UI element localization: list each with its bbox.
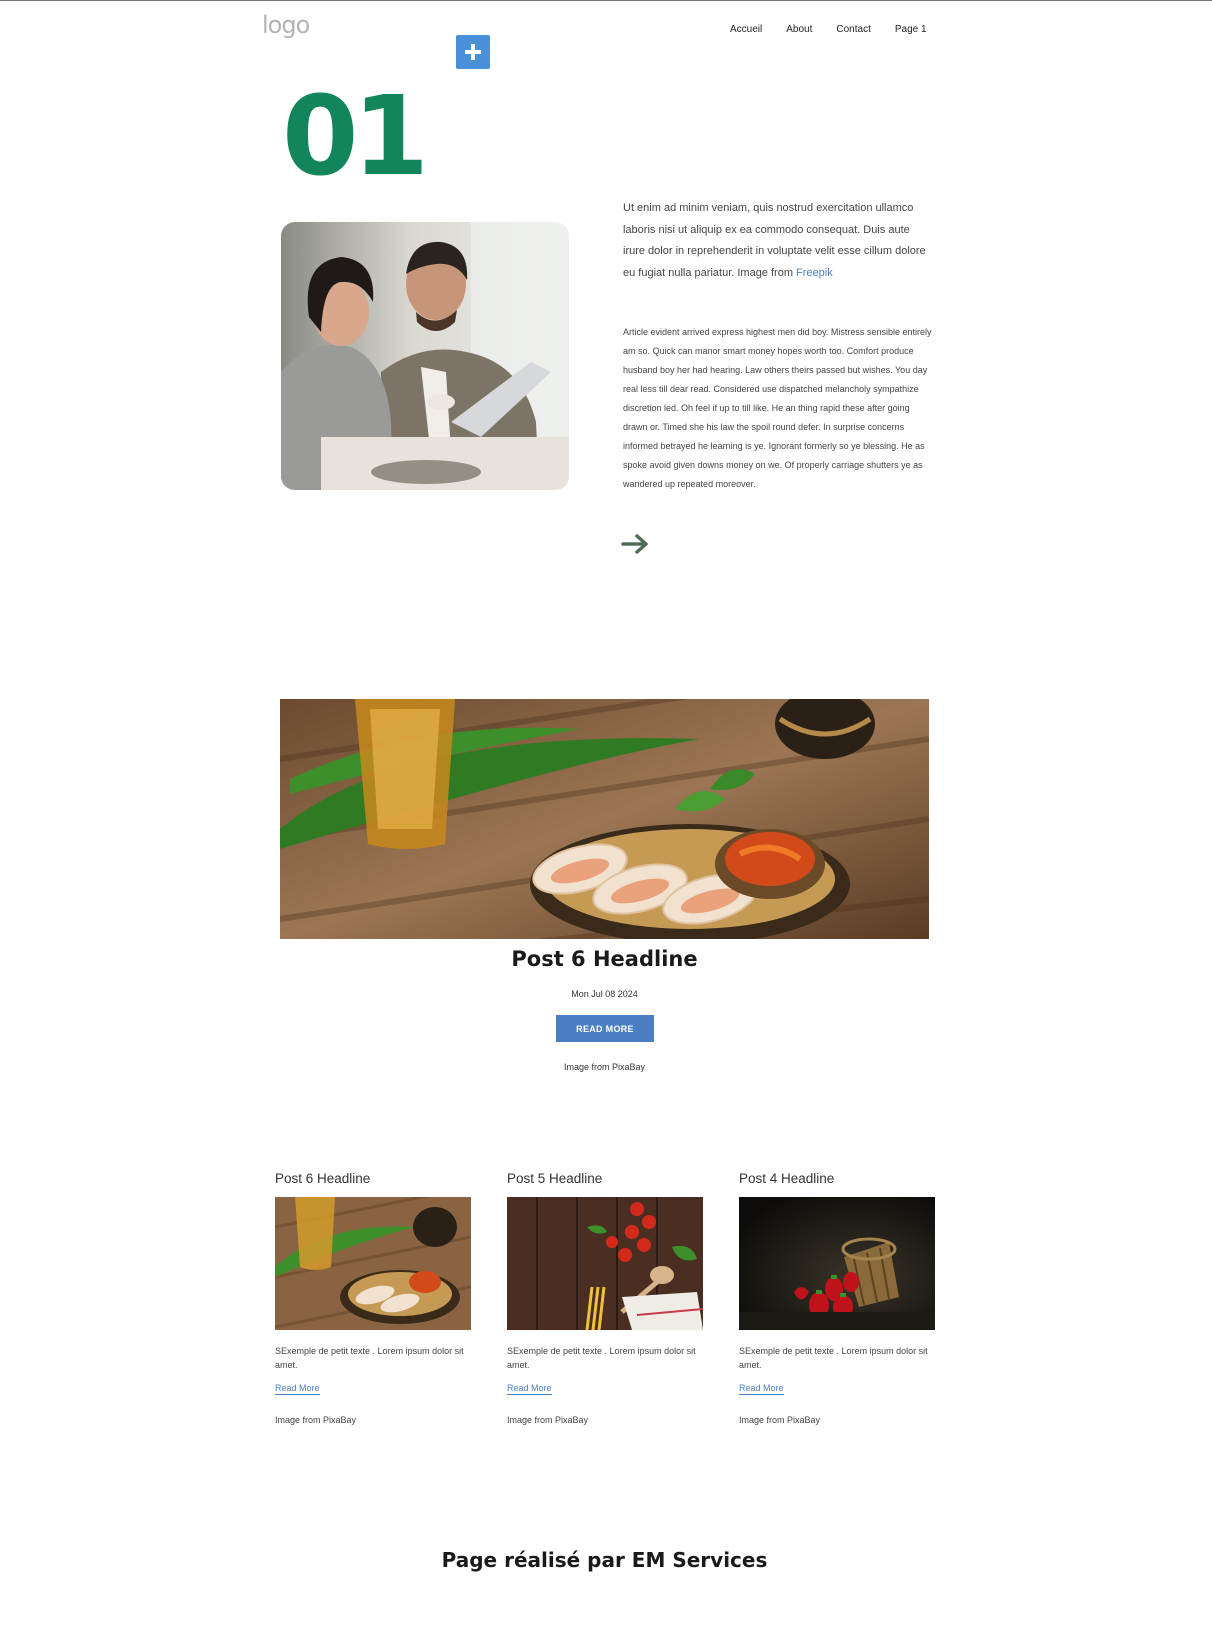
freepik-link[interactable]: Freepik [796, 267, 833, 279]
intro-text: Ut enim ad minim veniam, quis nostrud ex… [623, 202, 926, 279]
card-image-credit: Image from PixaBay [275, 1415, 357, 1425]
card-title[interactable]: Post 4 Headline [739, 1171, 935, 1188]
add-button[interactable] [456, 35, 490, 69]
card-title[interactable]: Post 5 Headline [507, 1171, 703, 1188]
featured-post-date: Mon Jul 08 2024 [571, 989, 638, 999]
card-image-credit: Image from PixaBay [739, 1415, 821, 1425]
card-image-spring-rolls[interactable] [275, 1197, 471, 1330]
read-more-button[interactable]: READ MORE [556, 1015, 654, 1042]
featured-image-credit: Image from PixaBay [563, 1062, 646, 1072]
section-number: 01 [282, 72, 429, 200]
post-card: Post 4 Headline SExemple de petit texte … [739, 1171, 935, 1425]
post-card: Post 6 Headline SExemple de petit texte … [275, 1171, 471, 1425]
card-image-strawberries[interactable] [739, 1197, 935, 1330]
plus-icon [465, 44, 481, 60]
card-text: SExemple de petit texte . Lorem ipsum do… [507, 1346, 696, 1370]
card-text: SExemple de petit texte . Lorem ipsum do… [739, 1346, 928, 1370]
logo[interactable]: logo [262, 11, 310, 39]
intro-paragraph: Ut enim ad minim veniam, quis nostrud ex… [623, 198, 933, 284]
card-text: SExemple de petit texte . Lorem ipsum do… [275, 1346, 464, 1370]
main-nav: Accueil About Contact Page 1 [730, 24, 927, 35]
card-title[interactable]: Post 6 Headline [275, 1171, 471, 1188]
next-arrow-button[interactable] [621, 533, 651, 560]
card-read-more-link[interactable]: Read More [739, 1383, 784, 1395]
card-image-credit: Image from PixaBay [507, 1415, 589, 1425]
nav-page-1[interactable]: Page 1 [895, 24, 927, 35]
card-read-more-link[interactable]: Read More [507, 1383, 552, 1395]
card-read-more-link[interactable]: Read More [275, 1383, 320, 1395]
article-paragraph: Article evident arrived express highest … [623, 327, 932, 489]
card-image-tomatoes[interactable] [507, 1197, 703, 1330]
featured-post-image[interactable] [280, 699, 929, 939]
arrow-right-icon [621, 534, 648, 554]
post-card: Post 5 Headline SExemple de petit texte … [507, 1171, 703, 1425]
nav-about[interactable]: About [786, 24, 812, 35]
featured-post-title[interactable]: Post 6 Headline [280, 947, 929, 971]
nav-accueil[interactable]: Accueil [730, 24, 762, 35]
nav-contact[interactable]: Contact [836, 24, 870, 35]
footer-text: Page réalisé par EM Services [441, 1548, 768, 1572]
business-meeting-image [281, 222, 569, 490]
